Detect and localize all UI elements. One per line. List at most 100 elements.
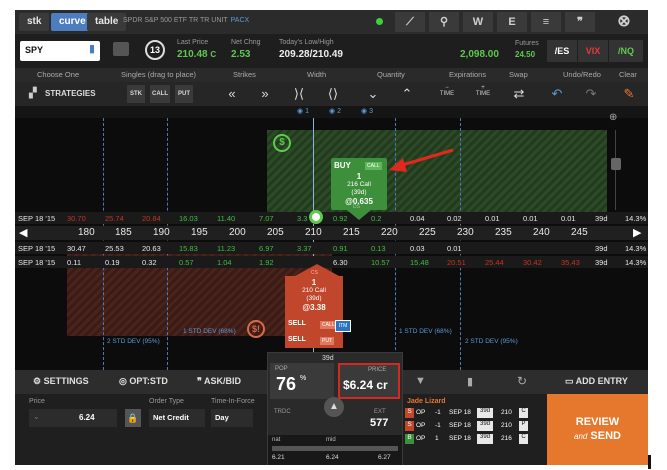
tif-select[interactable]: Day [211,409,253,427]
put-value[interactable]: 0.32 [142,258,157,267]
row2-value[interactable]: 3.37 [297,244,312,253]
call-value[interactable]: 20.84 [142,214,161,223]
time-minus-button[interactable]: − TIME [435,85,459,97]
put-value[interactable]: 1.04 [217,258,232,267]
list-icon[interactable]: ≡ [531,12,561,32]
futures-nq-button[interactable]: /NQ [609,40,643,62]
buy-call-card[interactable]: BUY CALL 1 216 Call (39d) @0.635 [331,158,387,210]
put-value[interactable]: 35.43 [561,258,580,267]
put-button[interactable]: PUT [175,85,193,103]
put-value[interactable]: 25.44 [485,258,504,267]
price-stepper[interactable]: ⌄ 6.24 [29,409,117,427]
put-value[interactable]: 0.19 [105,258,120,267]
settings-button[interactable]: ⚙ SETTINGS [33,376,89,387]
quantity-up-icon[interactable]: ⌃ [395,85,419,103]
put-value[interactable]: 20.51 [447,258,466,267]
price-box[interactable]: PRICE $6.24 cr [338,363,400,399]
call-value[interactable]: 0.01 [523,214,538,223]
strike-right-arrow-icon[interactable]: ▶ [633,226,641,239]
row2-value[interactable]: 0.13 [371,244,386,253]
call-value[interactable]: 0.2 [371,214,381,223]
width-wide-icon[interactable]: ⟨⟩ [321,85,345,103]
strike-label[interactable]: 180 [78,227,95,238]
close-icon[interactable]: ⊗ [609,12,639,32]
call-value[interactable]: 16.03 [179,214,198,223]
lock-icon[interactable]: 🔒 [125,409,141,427]
strike-label[interactable]: 205 [267,227,284,238]
link-icon[interactable]: ⚲ [429,12,459,32]
bookmark-icon[interactable]: ▮ [467,375,473,388]
row2-value[interactable]: 11.23 [217,244,235,253]
put-value[interactable]: 6.30 [333,258,348,267]
price-down-icon[interactable]: ⌄ [33,412,40,421]
swap-icon[interactable]: ⇄ [507,85,531,103]
undo-icon[interactable]: ↶ [545,85,569,103]
row2-value[interactable]: 30.47 [67,244,86,253]
time-plus-button[interactable]: + TIME [471,85,495,97]
put-value[interactable]: 0.57 [179,258,194,267]
redo-icon[interactable]: ↷ [579,85,603,103]
price-range-bar[interactable] [272,446,398,451]
price-marker-handle[interactable] [309,210,323,224]
call-value[interactable]: 0.04 [410,214,425,223]
tab-table[interactable]: table [87,13,127,31]
leg-row-2[interactable]: S OP -1 SEP 18 39d 210 P [405,421,545,432]
put-value[interactable]: 15.48 [410,258,429,267]
optstd-button[interactable]: ◎ OPT:STD [119,376,168,387]
put-value[interactable]: 30.42 [523,258,542,267]
w-button[interactable]: W [463,12,493,32]
strike-label[interactable]: 190 [153,227,170,238]
position-marker-3[interactable]: ◉ 3 [361,107,373,115]
row2-value[interactable]: 0.01 [447,244,462,253]
futures-es-button[interactable]: /ES [547,40,577,62]
add-entry-button[interactable]: ▭ ADD ENTRY [565,376,628,387]
stk-button[interactable]: STK [127,85,145,103]
strikes-left-icon[interactable]: « [220,85,244,103]
call-value[interactable]: 0.01 [561,214,576,223]
call-value[interactable]: 30.70 [67,214,86,223]
sell-card[interactable]: 1 210 Call (39d) @3.38 SELL CALL SELL PU… [285,276,343,348]
vix-button[interactable]: VIX [578,40,608,62]
strike-label[interactable]: 245 [571,227,588,238]
e-button[interactable]: E [497,12,527,32]
strike-label[interactable]: 185 [115,227,132,238]
row2-value[interactable]: 0.91 [333,244,348,253]
row2-value[interactable]: 6.97 [259,244,274,253]
call-button[interactable]: CALL [150,85,170,103]
strike-left-arrow-icon[interactable]: ◀ [19,226,27,239]
clear-brush-icon[interactable]: ✎ [617,85,641,103]
bookmark-icon[interactable]: ▮ [89,42,95,55]
strategies-button[interactable]: STRATEGIES [45,89,96,98]
strike-label[interactable]: 240 [533,227,550,238]
strike-label[interactable]: 200 [229,227,246,238]
call-value[interactable]: 0.01 [485,214,500,223]
call-value[interactable]: 7.07 [259,214,274,223]
zoom-slider-handle[interactable] [611,158,621,170]
put-value[interactable]: 1.92 [259,258,274,267]
position-marker-1[interactable]: ◉ 1 [297,107,309,115]
zoom-icon[interactable]: ⊕ [609,112,617,123]
call-value[interactable]: 25.74 [105,214,124,223]
leg-row-3[interactable]: B OP 1 SEP 18 39d 216 C [405,434,545,445]
strike-label[interactable]: 235 [495,227,512,238]
strike-label[interactable]: 230 [457,227,474,238]
quote-icon[interactable]: ❞ [565,12,595,32]
tab-stk[interactable]: stk [19,13,50,31]
call-value[interactable]: 11.40 [217,214,235,223]
call-value[interactable]: 3.3 [297,214,307,223]
leg-row-1[interactable]: S OP -1 SEP 18 39d 210 C [405,408,545,419]
symbol-input[interactable]: SPY [20,41,100,61]
call-value[interactable]: 0.92 [333,214,348,223]
call-value[interactable]: 0.02 [447,214,462,223]
width-narrow-icon[interactable]: ⟩⟨ [287,85,311,103]
refresh-icon[interactable]: ↻ [517,374,527,388]
put-value[interactable]: 10.57 [371,258,390,267]
strikes-right-icon[interactable]: » [253,85,277,103]
row2-value[interactable]: 20.63 [142,244,161,253]
strike-label[interactable]: 195 [191,227,208,238]
collapse-up-icon[interactable]: ▲ [324,397,344,417]
askbid-button[interactable]: ❞ ASK/BID [197,376,241,387]
strike-label[interactable]: 220 [381,227,398,238]
row2-value[interactable]: 25.53 [105,244,124,253]
filter-icon[interactable]: ▼ [415,375,426,387]
